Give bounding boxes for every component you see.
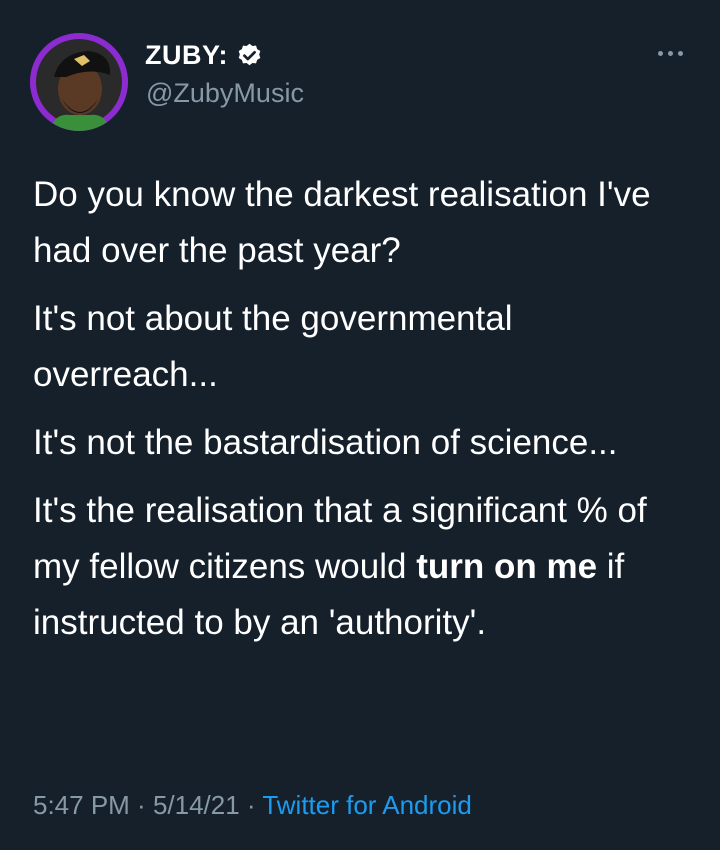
more-options-icon[interactable] [658,46,686,60]
tweet-paragraph-4: It's the realisation that a significant … [33,483,693,651]
meta-separator: · [239,790,263,820]
tweet-meta: 5:47 PM · 5/14/21 · Twitter for Android [33,790,472,821]
more-dot [678,50,683,56]
tweet-source-link[interactable]: Twitter for Android [262,790,472,820]
meta-separator: · [129,790,153,820]
author-display-name[interactable]: ZUBY: [145,40,228,71]
tweet-paragraph-1: Do you know the darkest realisation I've… [33,175,651,270]
author-name-row[interactable]: ZUBY: [145,40,263,71]
user-avatar[interactable] [30,33,128,131]
verified-badge-icon [236,42,263,69]
more-dot [668,50,673,56]
tweet-date[interactable]: 5/14/21 [153,790,240,820]
tweet-paragraph-3: It's not the bastardisation of science..… [33,423,618,462]
tweet-paragraph-2: It's not about the governmental overreac… [33,299,513,394]
tweet-p4-bold: turn on me [416,547,598,586]
more-dot [658,50,663,56]
tweet-time[interactable]: 5:47 PM [33,790,130,820]
tweet-text: Do you know the darkest realisation I've… [33,167,693,663]
author-handle[interactable]: @ZubyMusic [146,78,304,109]
avatar-portrait-icon [30,33,128,131]
tweet-card: ZUBY: @ZubyMusic Do you know the darkest… [0,0,720,850]
